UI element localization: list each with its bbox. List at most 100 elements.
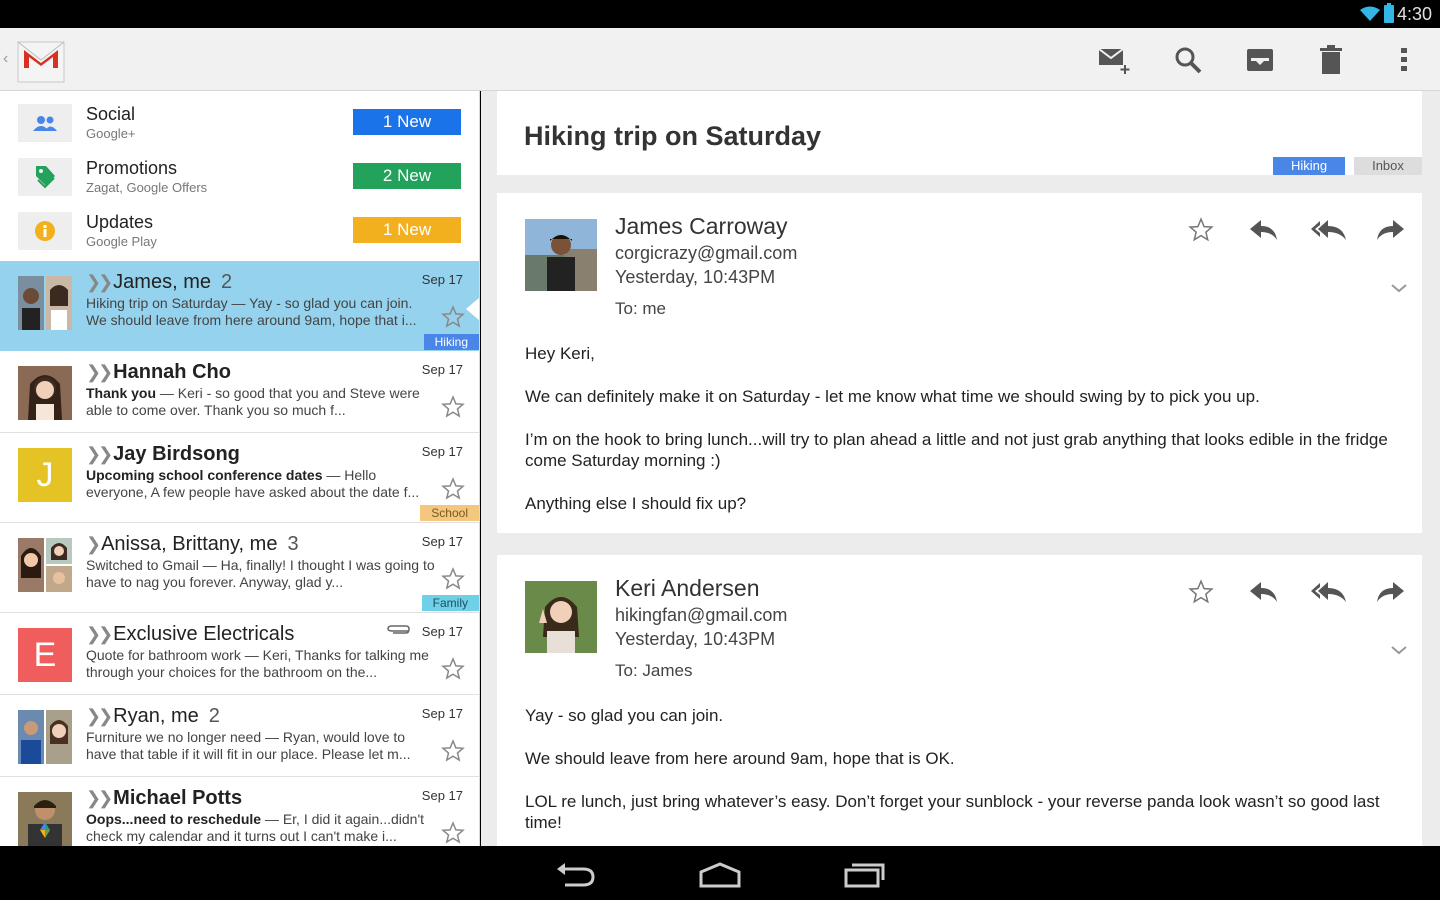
conversation-date: Sep 17 [421, 706, 463, 721]
gmail-logo[interactable] [16, 36, 66, 84]
battery-icon [1384, 3, 1394, 23]
important-marker-icon: ❯❯ [86, 362, 113, 382]
reply-icon[interactable] [1247, 213, 1281, 247]
archive-icon[interactable] [1242, 42, 1278, 78]
conversation-subject: Oops...need to reschedule [86, 811, 262, 827]
expand-chevron-icon[interactable] [1390, 279, 1408, 297]
avatar-letter: E [33, 636, 57, 674]
category-promotions[interactable]: Promotions Zagat, Google Offers 2 New [0, 145, 479, 199]
wifi-icon [1360, 6, 1380, 21]
conversation-snippet: Upcoming school conference dates — Hello… [86, 467, 436, 501]
category-name: Social [86, 104, 136, 124]
conversation-snippet: Oops...need to reschedule — Er, I did it… [86, 811, 436, 845]
important-marker-icon: ❯❯ [86, 788, 113, 808]
star-icon[interactable] [441, 395, 465, 419]
category-sub: Google Play [86, 234, 157, 249]
conversation-list: Social Google+ 1 New Promotions Zagat, G… [0, 91, 480, 846]
message-card: James Carroway corgicrazy@gmail.com Yest… [497, 193, 1422, 533]
label-chip-inbox[interactable]: Inbox [1354, 157, 1422, 175]
avatar-letter: J [36, 456, 54, 494]
message-count: 2 [220, 271, 233, 293]
conversation-row[interactable]: ❯❯ Ryan, me 2 Sep 17 Furniture we no longe… [0, 695, 479, 777]
avatar [18, 276, 72, 330]
home-icon[interactable] [698, 860, 742, 888]
star-icon[interactable] [441, 657, 465, 681]
delete-icon[interactable] [1313, 42, 1349, 78]
conversation-row-selected[interactable]: ❯❯ James, me 2 Sep 17 Hiking trip on Satur… [0, 261, 479, 351]
star-icon[interactable] [441, 739, 465, 763]
back-icon[interactable] [553, 860, 597, 888]
label-chip: Hiking [423, 334, 479, 350]
compose-icon[interactable] [1097, 42, 1133, 78]
message-timestamp: Yesterday, 10:43PM [615, 629, 776, 649]
conversation-row[interactable]: E ❯❯ Exclusive Electricals Sep 17 Quote f… [0, 613, 479, 695]
message-recipients[interactable]: To: James [615, 661, 692, 681]
new-count-badge: 1 New [353, 217, 461, 243]
category-updates[interactable]: Updates Google Play 1 New [0, 199, 479, 253]
sender-name: Exclusive Electricals [113, 623, 295, 645]
thread-subject: Hiking trip on Saturday [524, 121, 822, 151]
body-paragraph: Hey Keri, [525, 344, 595, 363]
conversation-row[interactable]: ❯❯ Hannah Cho Sep 17 Thank you — Keri - s… [0, 351, 479, 433]
message-card: Keri Andersen hikingfan@gmail.com Yester… [497, 555, 1422, 846]
conversation-sender: ❯❯ James, me 2 [86, 271, 232, 294]
forward-icon[interactable] [1373, 575, 1407, 609]
conversation-date: Sep 17 [421, 444, 463, 459]
conversation-view: Hiking trip on Saturday Hiking Inbox Jam… [481, 91, 1440, 846]
avatar [18, 366, 72, 420]
recent-apps-icon[interactable] [843, 860, 887, 888]
conversation-row[interactable]: ❯❯ Michael Potts Sep 17 Oops...need to re… [0, 777, 479, 846]
reply-all-icon[interactable] [1309, 575, 1349, 609]
category-social[interactable]: Social Google+ 1 New [0, 91, 479, 145]
star-icon[interactable] [441, 477, 465, 501]
important-marker-icon: ❯❯ [86, 624, 113, 644]
selection-pointer [466, 297, 479, 321]
new-count-badge: 2 New [353, 163, 461, 189]
conversation-subject: Upcoming school conference dates [86, 467, 323, 483]
body-paragraph: We should leave from here around 9am, ho… [525, 749, 955, 768]
important-marker-icon: ❯ [86, 534, 101, 554]
star-icon[interactable] [441, 821, 465, 845]
message-count: 3 [287, 533, 299, 555]
reply-all-icon[interactable] [1309, 213, 1349, 247]
conversation-row[interactable]: ❯ Anissa, Brittany, me 3 Sep 17 Switched t… [0, 523, 479, 613]
body-paragraph: Yay - so glad you can join. [525, 706, 724, 725]
message-body: Hey Keri, We can definitely make it on S… [525, 343, 1395, 536]
body-paragraph: Anything else I should fix up? [525, 494, 747, 513]
subject-header: Hiking trip on Saturday Hiking Inbox [497, 91, 1422, 175]
conversation-sender: ❯❯ Ryan, me 2 [86, 705, 220, 728]
star-icon[interactable] [441, 305, 465, 329]
up-caret-icon[interactable]: ‹ [3, 50, 8, 68]
label-chip-hiking[interactable]: Hiking [1273, 157, 1345, 175]
sender-name: James, me [113, 271, 211, 293]
body-paragraph: I’m on the hook to bring lunch...will tr… [525, 430, 1388, 470]
message-sender-name: James Carroway [615, 213, 788, 239]
important-marker-icon: ❯❯ [86, 272, 113, 292]
message-sender-email: hikingfan@gmail.com [615, 605, 788, 625]
conversation-sender: ❯❯ Exclusive Electricals [86, 623, 294, 646]
star-icon[interactable] [1184, 575, 1218, 609]
important-marker-icon: ❯❯ [86, 706, 113, 726]
conversation-subject: Hiking trip on Saturday [86, 295, 228, 311]
status-bar: 4:30 [0, 0, 1440, 28]
message-sender-name: Keri Andersen [615, 575, 760, 601]
sender-name: Ryan, me [113, 705, 199, 727]
expand-chevron-icon[interactable] [1390, 641, 1408, 659]
system-nav-bar [0, 846, 1440, 900]
reply-icon[interactable] [1247, 575, 1281, 609]
search-icon[interactable] [1170, 42, 1206, 78]
message-body: Yay - so glad you can join. We should le… [525, 705, 1395, 846]
star-icon[interactable] [1184, 213, 1218, 247]
conversation-subject: Thank you [86, 385, 157, 401]
message-count: 2 [208, 705, 220, 727]
new-count-badge: 1 New [353, 109, 461, 135]
overflow-menu-icon[interactable] [1386, 42, 1422, 78]
conversation-row[interactable]: J ❯❯ Jay Birdsong Sep 17 Upcoming school … [0, 433, 479, 523]
conversation-sender: ❯❯ Hannah Cho [86, 361, 231, 384]
forward-icon[interactable] [1373, 213, 1407, 247]
status-clock: 4:30 [1396, 4, 1432, 24]
message-recipients[interactable]: To: me [615, 299, 666, 319]
star-icon[interactable] [441, 567, 465, 591]
important-marker-icon: ❯❯ [86, 444, 113, 464]
conversation-date: Sep 17 [421, 788, 463, 803]
